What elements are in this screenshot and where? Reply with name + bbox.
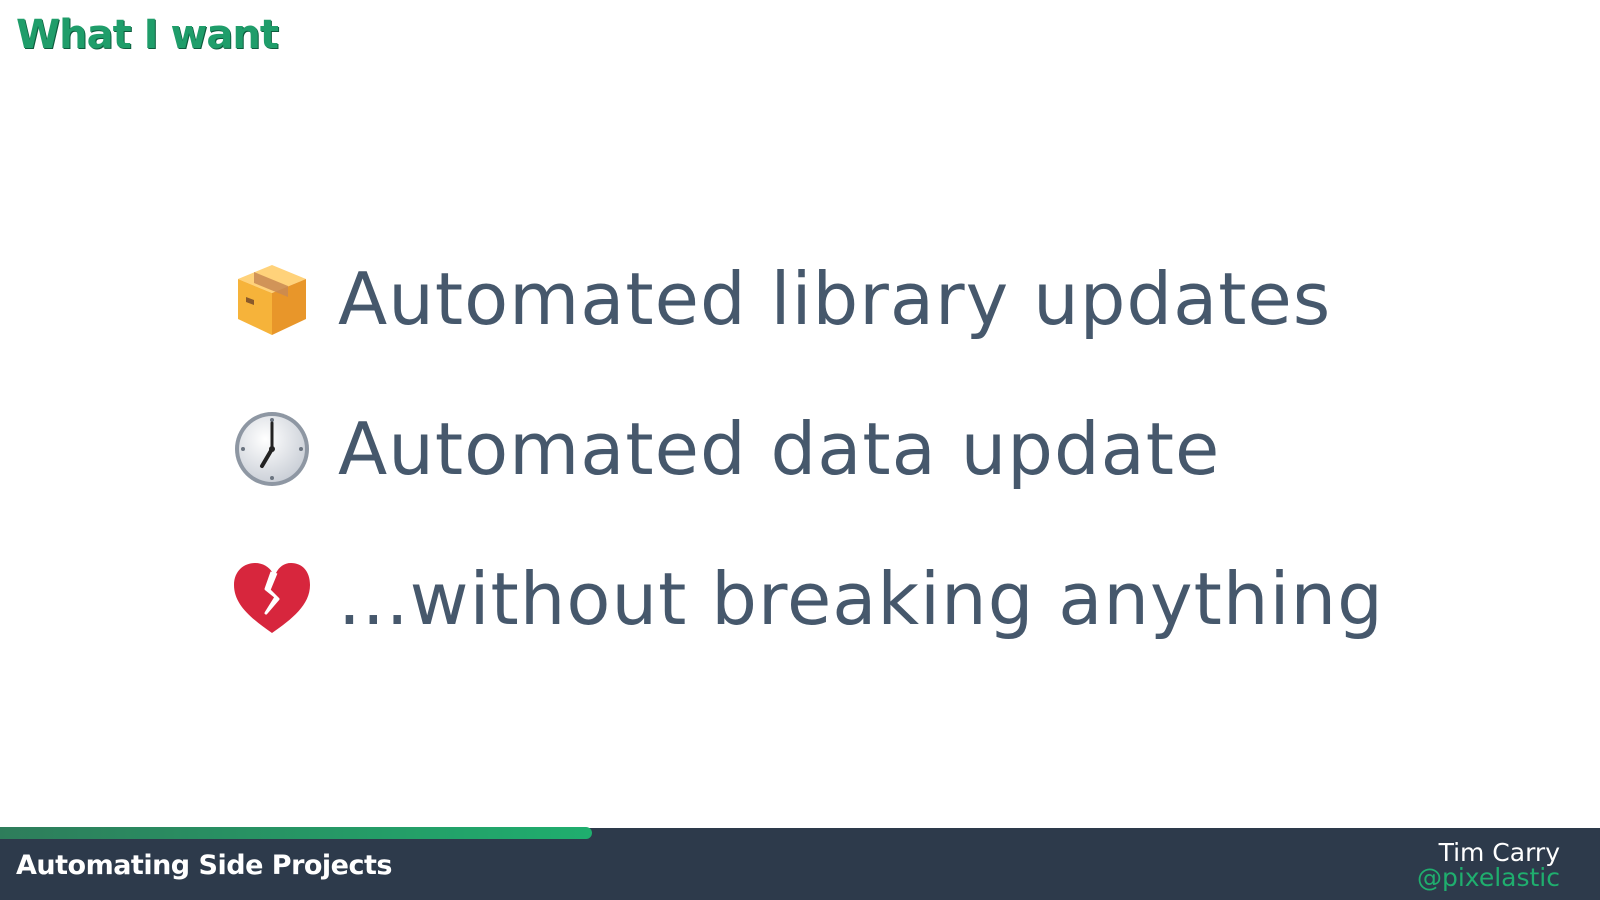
bullet-text: ...without breaking anything xyxy=(338,557,1384,641)
progress-bar xyxy=(0,827,592,839)
bullet-item: Automated library updates xyxy=(232,256,1384,342)
bullet-text: Automated data update xyxy=(338,407,1221,491)
bullet-text: Automated library updates xyxy=(338,257,1332,341)
slide: What I want Automated library updates Au… xyxy=(0,0,1600,900)
author-handle: @pixelastic xyxy=(1416,863,1560,892)
bullet-item: Automated data update xyxy=(232,406,1384,492)
clock-icon xyxy=(232,409,312,489)
package-icon xyxy=(232,259,312,339)
author-block: Tim Carry @pixelastic xyxy=(1417,840,1560,890)
talk-title: Automating Side Projects xyxy=(16,850,392,881)
bullet-item: ...without breaking anything xyxy=(232,556,1384,642)
slide-title: What I want xyxy=(16,12,279,58)
broken-heart-icon xyxy=(232,559,312,639)
bullet-list: Automated library updates Automated data… xyxy=(232,256,1384,706)
footer-bar: Automating Side Projects Tim Carry @pixe… xyxy=(0,827,1600,900)
author-name: Tim Carry xyxy=(1438,838,1560,867)
